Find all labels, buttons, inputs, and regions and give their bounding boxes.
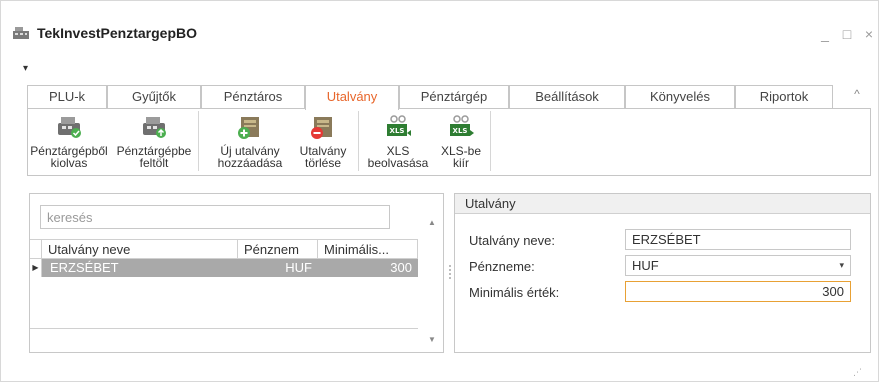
column-header-minimum[interactable]: Minimális... (318, 240, 418, 259)
resize-grip-icon[interactable]: ⋰ (853, 367, 862, 378)
xls-export-button[interactable]: XLS XLS-be kiír (434, 113, 488, 173)
grid-footer-line (30, 328, 418, 329)
svg-text:XLS: XLS (453, 127, 468, 135)
title-bar: TekInvestPenztargepBO _ □ × (1, 1, 878, 57)
ribbon-collapse-button[interactable]: ^ (849, 87, 865, 103)
close-button[interactable]: × (861, 27, 877, 43)
ribbon-label: kiolvas (50, 156, 88, 170)
currency-label: Pénzneme: (469, 259, 535, 274)
read-from-register-button[interactable]: Pénztárgépből kiolvas (28, 113, 110, 173)
tab-penztargep[interactable]: Pénztárgép (399, 85, 509, 109)
ribbon-label: törlése (304, 156, 342, 170)
xls-import-icon: XLS (387, 115, 411, 136)
minimum-value-label: Minimális érték: (469, 285, 560, 300)
panel-splitter[interactable] (448, 263, 452, 285)
voucher-grid: Utalvány neve Pénznem Minimális... ERZSÉ… (30, 239, 443, 320)
table-row[interactable]: ERZSÉBET HUF 300 (30, 259, 418, 277)
currency-select[interactable]: HUF ▾ (625, 255, 851, 276)
svg-text:XLS: XLS (390, 127, 405, 135)
voucher-name-field[interactable]: ERZSÉBET (625, 229, 851, 250)
xls-export-icon: XLS (450, 115, 474, 136)
detail-header: Utalvány (455, 194, 870, 214)
cell-name: ERZSÉBET (50, 260, 119, 275)
window-title: TekInvestPenztargepBO (37, 25, 198, 41)
tab-riportok[interactable]: Riportok (735, 85, 833, 109)
tab-plu-k[interactable]: PLU-k (27, 85, 107, 109)
ribbon-label: beolvasása (367, 156, 429, 170)
row-indicator-header (30, 240, 42, 259)
voucher-add-icon (238, 117, 259, 139)
tab-penztaros[interactable]: Pénztáros (201, 85, 305, 109)
cell-currency: HUF (285, 260, 312, 275)
maximize-button[interactable]: □ (839, 27, 855, 43)
ribbon-label: kiír (453, 156, 469, 170)
grid-header: Utalvány neve Pénznem Minimális... (30, 239, 418, 259)
scroll-down-icon[interactable]: ▼ (428, 335, 436, 344)
app-window: TekInvestPenztargepBO _ □ × ▾ PLU-k Gyűj… (0, 0, 879, 382)
cash-register-upload-icon (143, 117, 166, 138)
delete-voucher-button[interactable]: Utalvány törlése (292, 113, 354, 173)
tab-utalvany[interactable]: Utalvány (305, 85, 399, 110)
column-header-currency[interactable]: Pénznem (238, 240, 318, 259)
upload-to-register-button[interactable]: Pénztárgépbe feltölt (114, 113, 194, 173)
currency-value: HUF (632, 258, 659, 273)
cash-register-icon (13, 27, 29, 39)
voucher-detail-panel: Utalvány Utalvány neve: ERZSÉBET Pénznem… (454, 193, 871, 353)
column-header-name[interactable]: Utalvány neve (42, 240, 238, 259)
voucher-name-label: Utalvány neve: (469, 233, 555, 248)
xls-import-button[interactable]: XLS XLS beolvasása (362, 113, 434, 173)
add-voucher-button[interactable]: Új utalvány hozzáadása (208, 113, 292, 173)
scroll-up-icon[interactable]: ▲ (428, 218, 436, 227)
ribbon-separator (490, 111, 491, 171)
voucher-delete-icon (311, 117, 332, 139)
tab-gyujtok[interactable]: Gyűjtők (107, 85, 201, 109)
tab-beallitasok[interactable]: Beállítások (509, 85, 625, 109)
search-input[interactable]: keresés (40, 205, 390, 229)
ribbon-separator (198, 111, 199, 171)
quick-access-toolbar-dropdown[interactable]: ▾ (23, 63, 28, 74)
current-row-indicator-icon: ▶ (30, 259, 42, 277)
minimum-value-field[interactable]: 300 (625, 281, 851, 302)
minimize-button[interactable]: _ (817, 27, 833, 43)
ribbon-label: hozzáadása (217, 156, 283, 170)
ribbon-label: feltölt (139, 156, 169, 170)
cell-minimum: 300 (390, 260, 412, 275)
tab-konyveles[interactable]: Könyvelés (625, 85, 735, 109)
vertical-scrollbar[interactable]: ▲ ▼ (426, 214, 440, 354)
chevron-down-icon[interactable]: ▾ (839, 258, 844, 273)
ribbon-separator (358, 111, 359, 171)
ribbon-tabs: PLU-k Gyűjtők Pénztáros Utalvány Pénztár… (27, 85, 872, 110)
voucher-list-panel: keresés Utalvány neve Pénznem Minimális.… (29, 193, 444, 353)
cash-register-read-icon (58, 117, 81, 138)
ribbon-panel: Pénztárgépből kiolvas Pénztárgépbe feltö… (27, 108, 871, 176)
